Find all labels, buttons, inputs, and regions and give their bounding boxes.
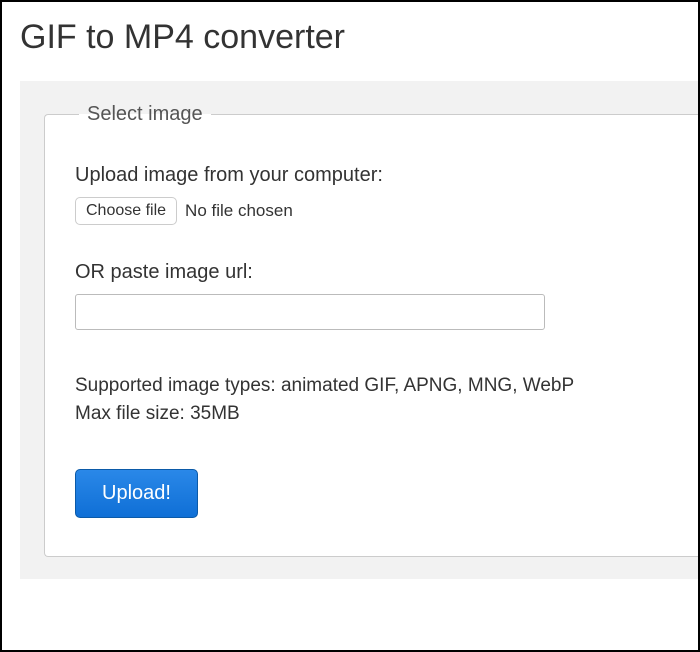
- app-window: GIF to MP4 converter Select image Upload…: [0, 0, 700, 652]
- upload-button[interactable]: Upload!: [75, 469, 198, 518]
- file-status-text: No file chosen: [185, 201, 293, 221]
- select-image-fieldset: Select image Upload image from your comp…: [44, 103, 698, 557]
- choose-file-button[interactable]: Choose file: [75, 197, 177, 225]
- file-input-row: Choose file No file chosen: [75, 197, 698, 225]
- max-file-size-line: Max file size: 35MB: [75, 403, 240, 424]
- page-title: GIF to MP4 converter: [20, 18, 698, 57]
- supported-types-line1: Supported image types: animated GIF, APN…: [75, 375, 574, 396]
- upload-label: Upload image from your computer:: [75, 164, 698, 187]
- fieldset-legend: Select image: [79, 103, 211, 126]
- supported-types-text: Supported image types: animated GIF, APN…: [75, 372, 698, 427]
- or-paste-url-label: OR paste image url:: [75, 261, 698, 284]
- panel-background: Select image Upload image from your comp…: [20, 81, 698, 579]
- image-url-input[interactable]: [75, 294, 545, 330]
